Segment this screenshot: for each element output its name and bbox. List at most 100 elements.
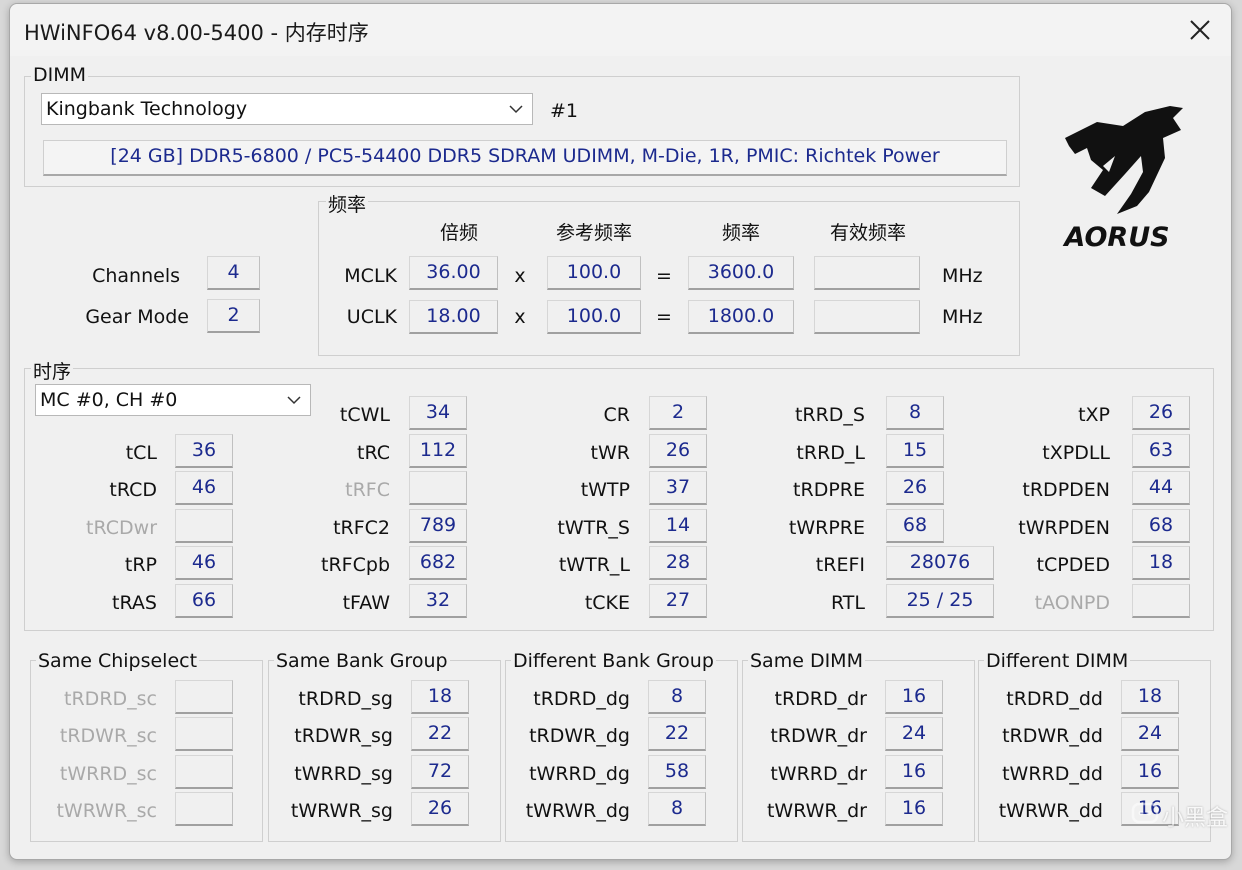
timing-label-twrpden: tWRPDEN	[1018, 517, 1110, 539]
dimm-slot: #1	[550, 100, 579, 122]
uclk-ref-value: 100.0	[547, 300, 641, 334]
turnaround-group-title: Same DIMM	[748, 650, 865, 672]
mclk-label: MCLK	[344, 265, 397, 287]
turnaround-value-twrrd-sc	[175, 755, 233, 789]
turnaround-value-twrrd-dd: 16	[1121, 755, 1179, 789]
turnaround-value-twrrd-dr: 16	[885, 755, 943, 789]
turnaround-value-trdwr-sg: 22	[411, 717, 469, 751]
timing-value-tras: 66	[175, 584, 233, 618]
timing-label-tcke: tCKE	[584, 592, 630, 614]
turnaround-value-trdwr-sc	[175, 717, 233, 751]
freq-header-freq: 频率	[721, 222, 760, 244]
turnaround-value-trdrd-dr: 16	[885, 680, 943, 714]
freq-header-eff: 有效频率	[829, 222, 906, 244]
timing-value-trcdwr	[175, 509, 233, 543]
timing-label-trfcpb: tRFCpb	[321, 554, 390, 576]
turnaround-label-twrrd-dd: tWRRD_dd	[1002, 763, 1103, 785]
freq-group-label: 频率	[326, 190, 369, 217]
channels-value: 4	[207, 256, 260, 290]
timing-label-trfc: tRFC	[345, 479, 390, 501]
turnaround-label-twrwr-sc: tWRWR_sc	[56, 800, 157, 822]
uclk-mult-value: 18.00	[409, 300, 498, 334]
turnaround-value-trdrd-dd: 18	[1121, 680, 1179, 714]
timing-label-txp: tXP	[1078, 404, 1110, 426]
timing-value-trrd-s: 8	[886, 396, 944, 430]
uclk-label: UCLK	[346, 306, 397, 328]
timing-label-trefi: tREFI	[815, 554, 865, 576]
timing-label-trrd-l: tRRD_L	[796, 442, 865, 464]
turnaround-label-trdwr-dd: tRDWR_dd	[1002, 725, 1103, 747]
turnaround-group-title: Different Bank Group	[511, 650, 716, 672]
turnaround-value-twrwr-dg: 8	[648, 792, 706, 826]
turnaround-label-twrwr-dr: tWRWR_dr	[766, 800, 867, 822]
uclk-freq-value: 1800.0	[688, 300, 794, 334]
close-button[interactable]	[1169, 4, 1231, 56]
turnaround-value-trdrd-sg: 18	[411, 680, 469, 714]
watermark: 小黑盒	[1130, 796, 1228, 832]
timing-label-twtr-s: tWTR_S	[557, 517, 630, 539]
dimm-description: [24 GB] DDR5-6800 / PC5-54400 DDR5 SDRAM…	[43, 140, 1007, 176]
turnaround-label-trdwr-dr: tRDWR_dr	[770, 725, 867, 747]
timing-label-tcl: tCL	[125, 442, 157, 464]
timing-channel-value: MC #0, CH #0	[40, 389, 178, 411]
timing-label-twtr-l: tWTR_L	[558, 554, 630, 576]
timing-value-cr: 2	[649, 396, 707, 430]
turnaround-label-twrrd-sg: tWRRD_sg	[294, 763, 393, 785]
uclk-x-sign: x	[514, 306, 526, 328]
timing-value-trefi: 28076	[886, 546, 994, 580]
timing-value-tfaw: 32	[409, 584, 467, 618]
timing-label-tras: tRAS	[112, 592, 157, 614]
timing-value-twtr-l: 28	[649, 546, 707, 580]
turnaround-label-trdrd-dd: tRDRD_dd	[1006, 688, 1103, 710]
timing-value-tcl: 36	[175, 434, 233, 468]
timing-label-trrd-s: tRRD_S	[794, 404, 865, 426]
mclk-x-sign: x	[514, 265, 526, 287]
timing-value-twr: 26	[649, 434, 707, 468]
turnaround-label-trdrd-sg: tRDRD_sg	[298, 688, 393, 710]
freq-header-mult: 倍频	[439, 222, 478, 244]
turnaround-value-twrrd-dg: 58	[648, 755, 706, 789]
gear-mode-value: 2	[207, 299, 260, 333]
turnaround-value-twrwr-dr: 16	[885, 792, 943, 826]
turnaround-value-trdrd-dg: 8	[648, 680, 706, 714]
timing-label-tfaw: tFAW	[342, 592, 390, 614]
turnaround-label-trdwr-sg: tRDWR_sg	[294, 725, 393, 747]
uclk-eff-value	[814, 300, 920, 334]
title-bar: HWiNFO64 v8.00-5400 - 内存时序	[10, 4, 1231, 56]
timing-label-txpdll: tXPDLL	[1042, 442, 1110, 464]
timing-label-twtp: tWTP	[580, 479, 630, 501]
turnaround-label-twrwr-dd: tWRWR_dd	[998, 800, 1103, 822]
turnaround-label-trdwr-sc: tRDWR_sc	[59, 725, 157, 747]
timing-value-twtp: 37	[649, 471, 707, 505]
timing-value-trc: 112	[409, 434, 467, 468]
turnaround-value-twrrd-sg: 72	[411, 755, 469, 789]
timing-label-trdpre: tRDPRE	[793, 479, 865, 501]
turnaround-label-twrrd-dr: tWRRD_dr	[770, 763, 867, 785]
dimm-module-select[interactable]: Kingbank Technology	[41, 93, 533, 125]
timing-label-twr: tWR	[590, 442, 630, 464]
turnaround-label-twrwr-dg: tWRWR_dg	[525, 800, 630, 822]
turnaround-value-twrwr-sc	[175, 792, 233, 826]
dimm-group-label: DIMM	[31, 64, 89, 86]
turnaround-value-twrwr-sg: 26	[411, 792, 469, 826]
timing-label-rtl: RTL	[830, 592, 865, 614]
turnaround-value-trdwr-dd: 24	[1121, 717, 1179, 751]
timing-channel-select[interactable]: MC #0, CH #0	[35, 384, 311, 416]
timing-value-taonpd	[1132, 584, 1190, 618]
timing-value-tcke: 27	[649, 584, 707, 618]
timing-label-twrpre: tWRPRE	[788, 517, 865, 539]
uclk-eq-sign: =	[656, 306, 672, 328]
turnaround-label-trdwr-dg: tRDWR_dg	[529, 725, 630, 747]
timing-value-trfc	[409, 471, 467, 505]
timing-label-trp: tRP	[124, 554, 157, 576]
gear-mode-label: Gear Mode	[85, 306, 189, 328]
freq-header-ref: 参考频率	[555, 222, 632, 244]
turnaround-label-trdrd-sc: tRDRD_sc	[64, 688, 157, 710]
close-icon	[1190, 20, 1210, 40]
turnaround-label-twrrd-dg: tWRRD_dg	[529, 763, 630, 785]
timing-value-tcwl: 34	[409, 396, 467, 430]
timing-value-txpdll: 63	[1132, 434, 1190, 468]
timing-value-tcpded: 18	[1132, 546, 1190, 580]
timing-label-trcdwr: tRCDwr	[86, 517, 157, 539]
timing-value-twrpden: 68	[1132, 509, 1190, 543]
